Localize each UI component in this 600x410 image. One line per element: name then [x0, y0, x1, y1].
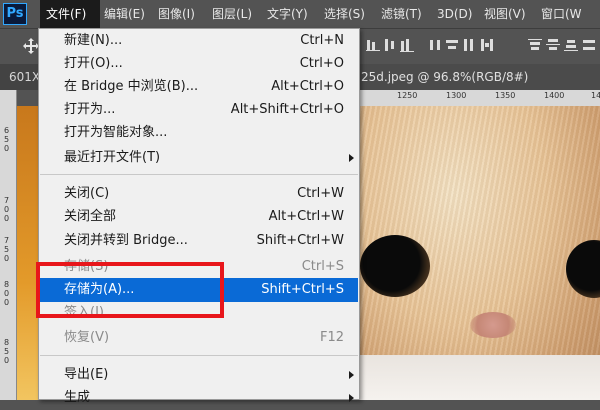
file-menu-dropdown: 新建(N)... Ctrl+N 打开(O)... Ctrl+O 在 Bridge 中…: [38, 28, 360, 405]
menu-3d[interactable]: 3D(D): [437, 0, 472, 28]
ruler-label: 1250: [397, 91, 418, 100]
menu-item-recent-files[interactable]: 最近打开文件(T): [40, 146, 358, 170]
menu-item-label: 关闭全部: [64, 209, 117, 224]
menu-type[interactable]: 文字(Y): [267, 0, 308, 28]
ruler-label: 7: [4, 236, 10, 245]
menu-separator: [40, 355, 358, 356]
menu-item-shortcut: Alt+Shift+Ctrl+O: [230, 102, 344, 117]
ruler-label: 0: [4, 214, 10, 223]
menu-item-label: 在 Bridge 中浏览(B)...: [64, 79, 199, 94]
menu-separator: [40, 174, 358, 175]
horizontal-ruler[interactable]: 1250 1300 1350 1400 1450: [355, 90, 600, 107]
ruler-label: 1300: [446, 91, 467, 100]
align-icon[interactable]: [400, 38, 414, 52]
ruler-label: 5: [4, 135, 10, 144]
menu-item-label: 关闭(C): [64, 186, 110, 201]
submenu-arrow-icon: [349, 154, 354, 162]
align-icon[interactable]: [428, 38, 442, 52]
menu-view[interactable]: 视图(V): [484, 0, 526, 28]
menu-item-close-all[interactable]: 关闭全部 Alt+Ctrl+W: [40, 205, 358, 229]
menu-item-new[interactable]: 新建(N)... Ctrl+N: [40, 29, 358, 53]
menu-edit[interactable]: 编辑(E): [104, 0, 145, 28]
menu-item-export[interactable]: 导出(E): [40, 363, 358, 387]
ruler-label: 8: [4, 280, 10, 289]
submenu-arrow-icon: [349, 394, 354, 402]
menu-item-revert[interactable]: 恢复(V) F12: [40, 326, 358, 350]
ruler-label: 1400: [544, 91, 565, 100]
menu-bar: Ps 文件(F) 编辑(E) 图像(I) 图层(L) 文字(Y) 选择(S) 滤…: [0, 0, 600, 28]
ruler-label: 5: [4, 245, 10, 254]
menu-item-shortcut: Ctrl+S: [301, 259, 344, 274]
ruler-label: 6: [4, 126, 10, 135]
vertical-ruler[interactable]: 6 5 0 7 0 0 7 5 0 8 0 0 8 5 0: [0, 90, 17, 400]
align-icon[interactable]: [383, 38, 397, 52]
menu-window[interactable]: 窗口(W: [541, 0, 582, 28]
menu-item-shortcut: Ctrl+N: [300, 33, 344, 48]
menu-item-shortcut: Shift+Ctrl+S: [261, 282, 344, 297]
menu-item-label: 恢复(V): [64, 330, 110, 345]
ruler-label: 0: [4, 356, 10, 365]
align-icon[interactable]: [546, 38, 560, 52]
menu-item-label: 新建(N)...: [64, 33, 123, 48]
menu-item-shortcut: Shift+Ctrl+W: [256, 233, 344, 248]
menu-item-label: 打开为智能对象...: [64, 125, 168, 140]
ruler-label: 1450: [591, 91, 600, 100]
menu-item-label: 生成: [64, 390, 91, 405]
menu-item-browse-bridge[interactable]: 在 Bridge 中浏览(B)... Alt+Ctrl+O: [40, 75, 358, 99]
submenu-arrow-icon: [349, 371, 354, 379]
menu-item-open-smart-object[interactable]: 打开为智能对象...: [40, 121, 358, 145]
align-icon[interactable]: [528, 38, 542, 52]
ruler-label: 0: [4, 289, 10, 298]
menu-layer[interactable]: 图层(L): [212, 0, 252, 28]
menu-item-label: 打开(O)...: [64, 56, 123, 71]
menu-item-label: 最近打开文件(T): [64, 150, 161, 165]
photoshop-logo[interactable]: Ps: [3, 3, 27, 25]
menu-item-open-as[interactable]: 打开为... Alt+Shift+Ctrl+O: [40, 98, 358, 122]
menu-item-generate[interactable]: 生成: [40, 386, 358, 410]
annotation-highlight-box: [36, 262, 224, 318]
align-icon[interactable]: [582, 38, 596, 52]
menu-item-shortcut: Ctrl+O: [299, 56, 344, 71]
menu-item-shortcut: Ctrl+W: [297, 186, 344, 201]
menu-filter[interactable]: 滤镜(T): [381, 0, 422, 28]
ruler-label: 0: [4, 298, 10, 307]
menu-item-open[interactable]: 打开(O)... Ctrl+O: [40, 52, 358, 76]
ruler-label: 0: [4, 144, 10, 153]
menu-image[interactable]: 图像(I): [158, 0, 195, 28]
menu-item-shortcut: Alt+Ctrl+W: [268, 209, 344, 224]
ruler-label: 7: [4, 196, 10, 205]
ruler-label: 0: [4, 205, 10, 214]
ruler-label: 1350: [495, 91, 516, 100]
menu-item-label: 关闭并转到 Bridge...: [64, 233, 188, 248]
ruler-label: 8: [4, 338, 10, 347]
document-tab-active[interactable]: 25d.jpeg @ 96.8%(RGB/8#): [357, 64, 600, 90]
menu-item-close-go-bridge[interactable]: 关闭并转到 Bridge... Shift+Ctrl+W: [40, 229, 358, 253]
ruler-label: 0: [4, 254, 10, 263]
align-icon[interactable]: [564, 38, 578, 52]
align-icon[interactable]: [480, 38, 494, 52]
blanket: [355, 355, 600, 400]
menu-item-shortcut: Alt+Ctrl+O: [271, 79, 344, 94]
align-icon[interactable]: [445, 38, 459, 52]
align-icon[interactable]: [366, 38, 380, 52]
cat-eye-left: [360, 235, 430, 297]
menu-item-label: 导出(E): [64, 367, 109, 382]
menu-file[interactable]: 文件(F): [40, 0, 100, 28]
cat-nose: [470, 312, 516, 338]
ruler-label: 5: [4, 347, 10, 356]
menu-item-shortcut: F12: [319, 330, 344, 345]
align-icon[interactable]: [462, 38, 476, 52]
menu-item-close[interactable]: 关闭(C) Ctrl+W: [40, 182, 358, 206]
menu-item-label: 打开为...: [64, 102, 116, 117]
menu-select[interactable]: 选择(S): [324, 0, 365, 28]
